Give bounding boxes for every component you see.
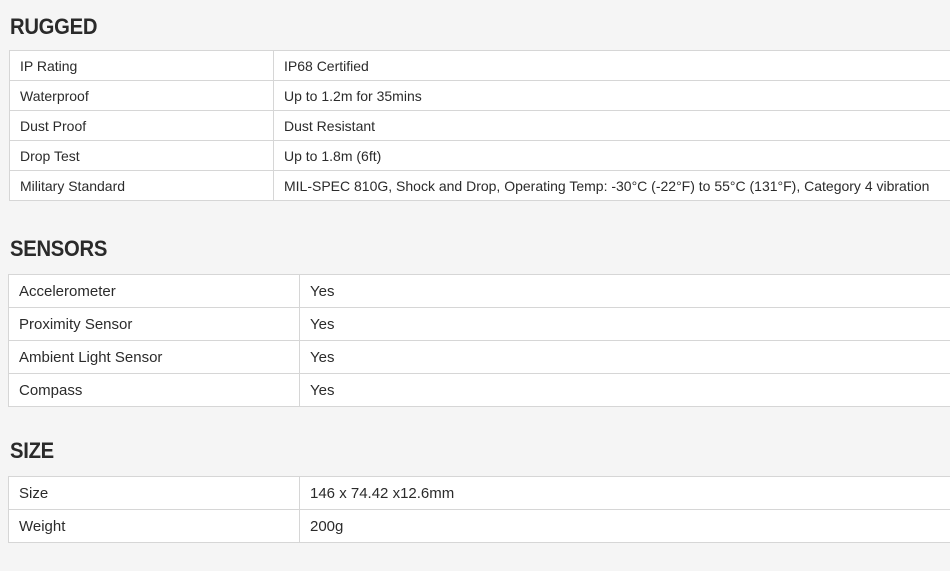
table-row: Dust Proof Dust Resistant [9,110,950,141]
spec-value: Yes [299,307,950,341]
spec-label: Proximity Sensor [8,307,300,341]
section-title-sensors: SENSORS [10,236,108,261]
spec-label: Military Standard [9,170,274,201]
table-row: Compass Yes [8,373,950,407]
spec-label: Size [8,476,300,510]
spec-value: MIL-SPEC 810G, Shock and Drop, Operating… [273,170,950,201]
spec-label: Accelerometer [8,274,300,308]
spec-value: IP68 Certified [273,50,950,81]
spec-label: IP Rating [9,50,274,81]
spec-label: Weight [8,509,300,543]
spec-label: Compass [8,373,300,407]
table-row: Drop Test Up to 1.8m (6ft) [9,140,950,171]
table-row: Size 146 x 74.42 x12.6mm [8,476,950,510]
spec-table-sensors: Accelerometer Yes Proximity Sensor Yes A… [8,274,950,407]
spec-label: Dust Proof [9,110,274,141]
table-row: Ambient Light Sensor Yes [8,340,950,374]
table-row: IP Rating IP68 Certified [9,50,950,81]
spec-value: Up to 1.2m for 35mins [273,80,950,111]
spec-table-size: Size 146 x 74.42 x12.6mm Weight 200g [8,476,950,543]
spec-value: 200g [299,509,950,543]
spec-label: Ambient Light Sensor [8,340,300,374]
spec-value: Up to 1.8m (6ft) [273,140,950,171]
table-row: Waterproof Up to 1.2m for 35mins [9,80,950,111]
spec-value: Yes [299,373,950,407]
spec-value: 146 x 74.42 x12.6mm [299,476,950,510]
section-title-rugged: RUGGED [10,14,98,39]
table-row: Accelerometer Yes [8,274,950,308]
section-title-size: SIZE [10,438,54,463]
table-row: Military Standard MIL-SPEC 810G, Shock a… [9,170,950,201]
spec-value: Dust Resistant [273,110,950,141]
spec-label: Drop Test [9,140,274,171]
table-row: Proximity Sensor Yes [8,307,950,341]
table-row: Weight 200g [8,509,950,543]
spec-label: Waterproof [9,80,274,111]
spec-value: Yes [299,274,950,308]
spec-value: Yes [299,340,950,374]
spec-table-rugged: IP Rating IP68 Certified Waterproof Up t… [9,50,950,201]
